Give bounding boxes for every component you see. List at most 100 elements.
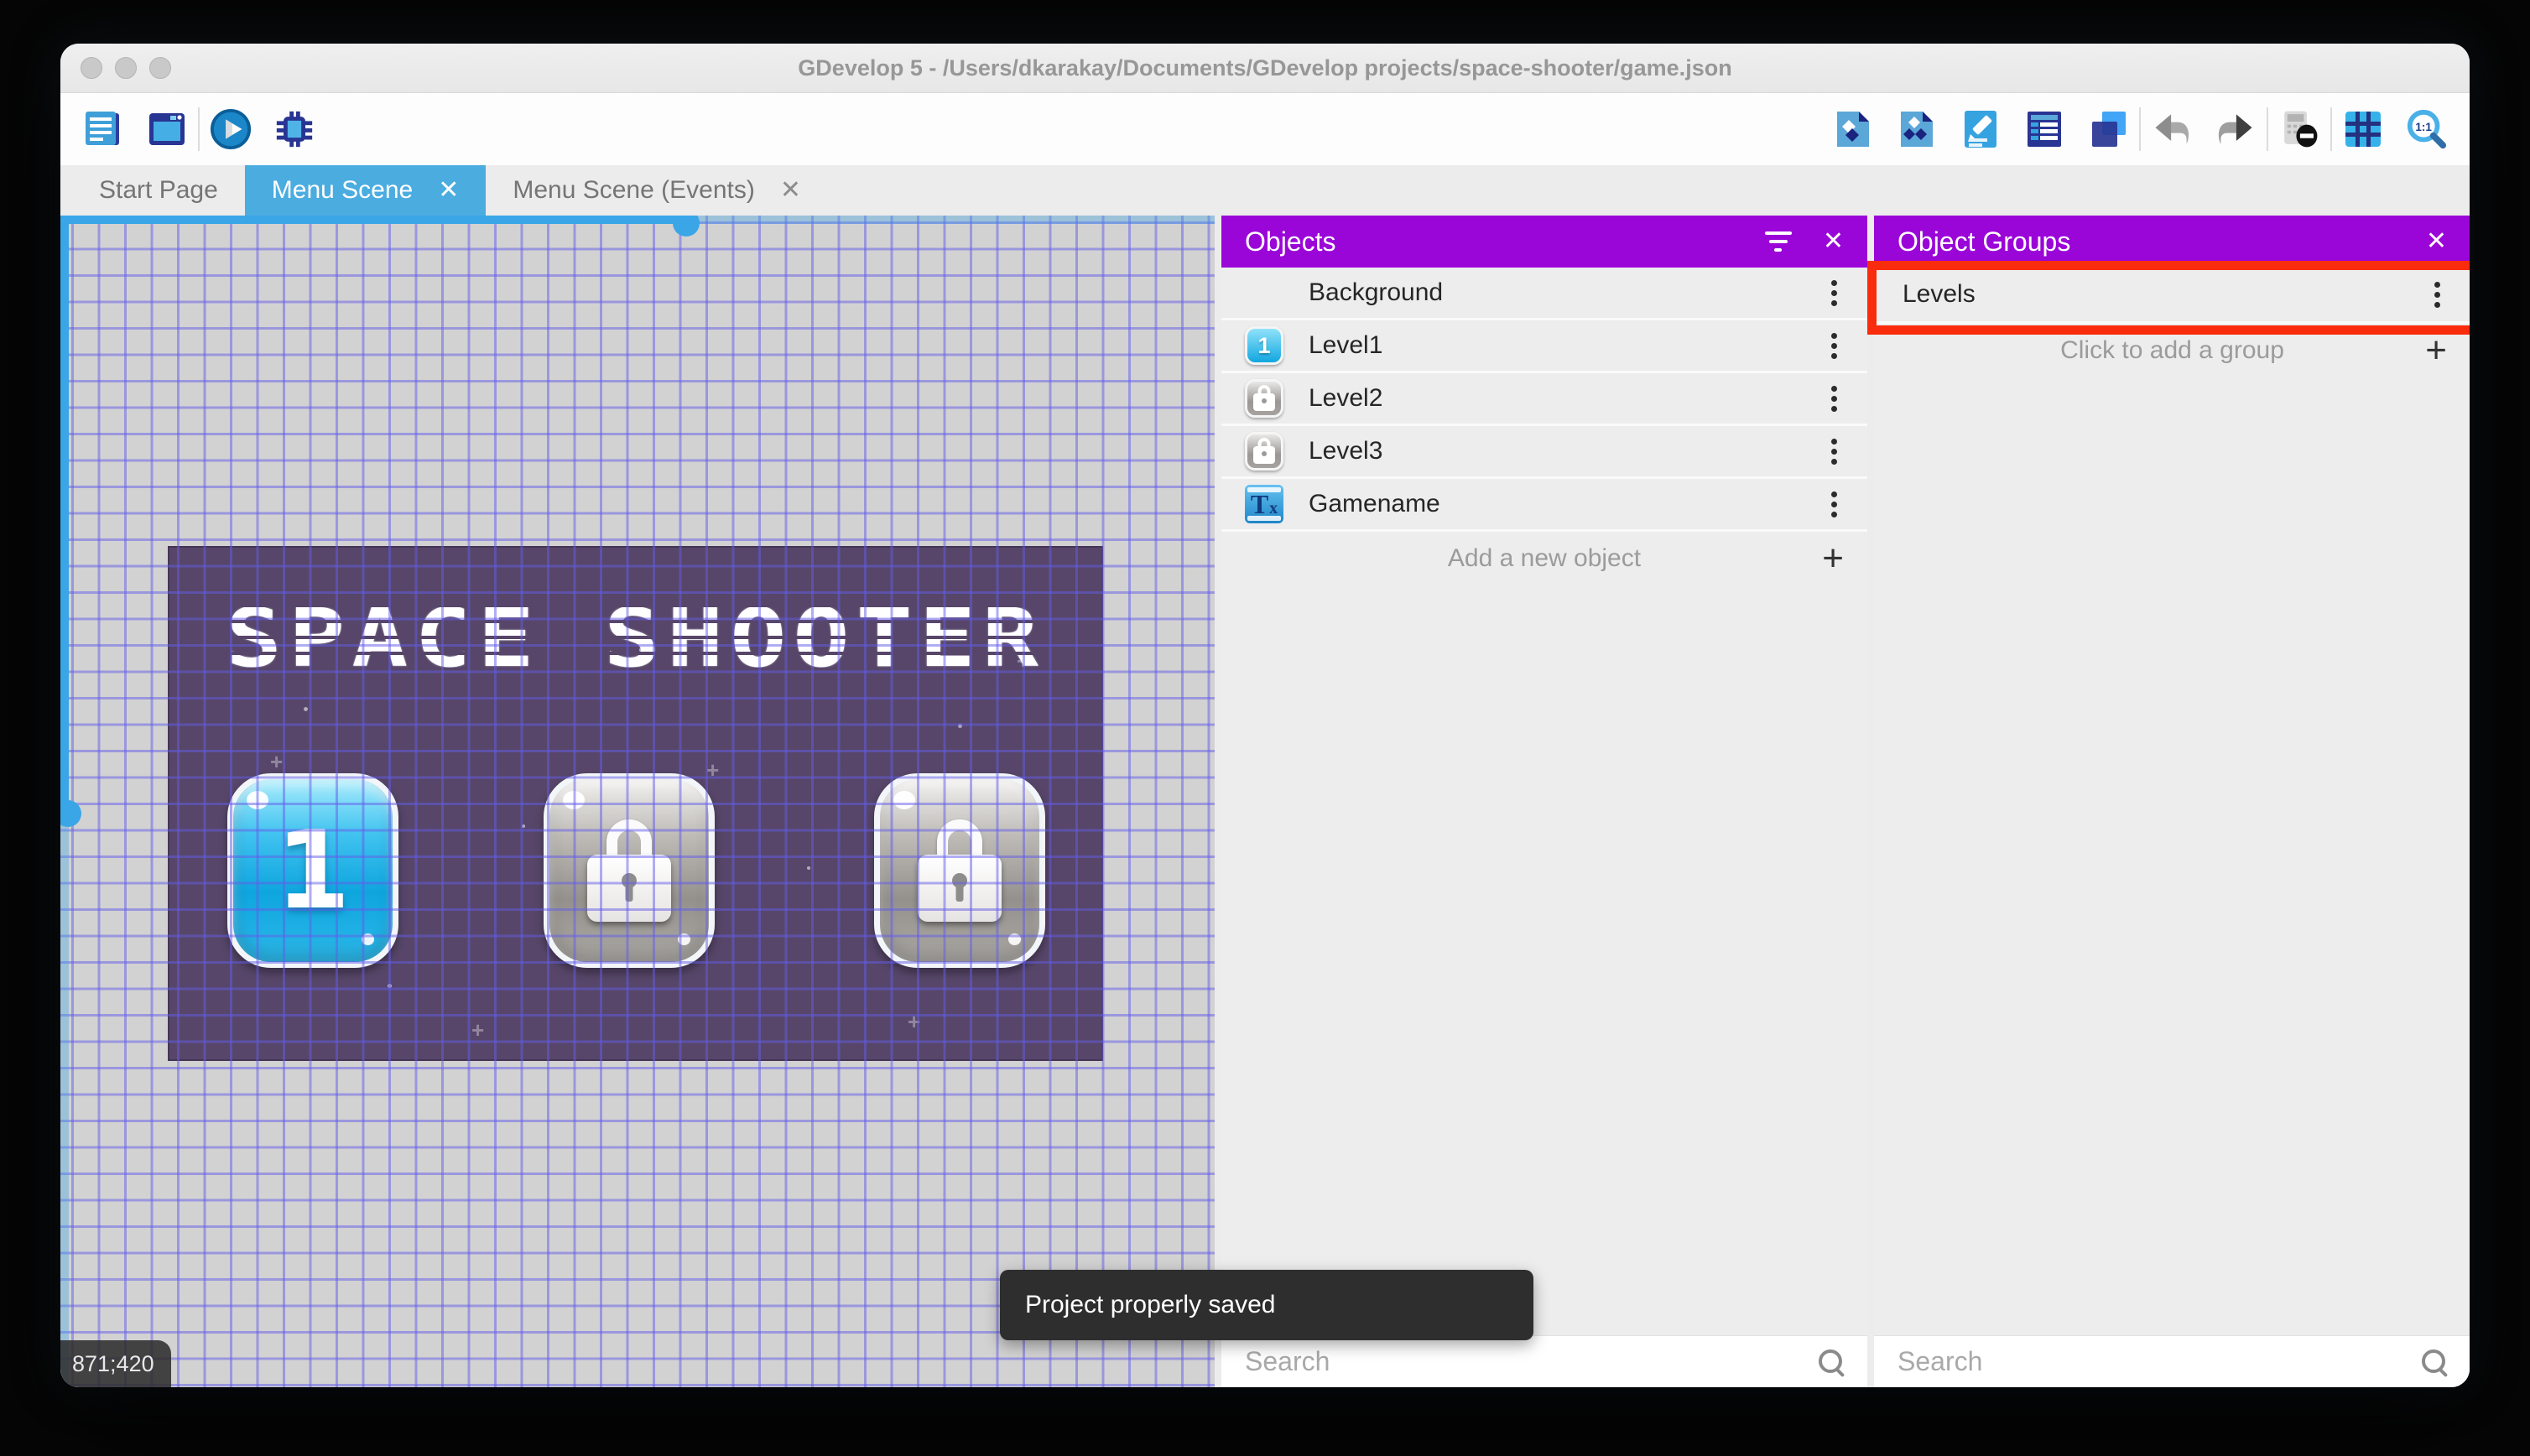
gdevelop-window: GDevelop 5 - /Users/dkarakay/Documents/G… <box>60 44 2470 1387</box>
game-title-text[interactable]: SPACE SHOOTER <box>95 591 1176 685</box>
add-group-plus-icon[interactable]: + <box>2425 331 2447 369</box>
open-object-groups-editor-button[interactable] <box>1896 108 1938 150</box>
vertical-scrollbar-rest[interactable] <box>60 813 69 1387</box>
object-row-background[interactable]: Background <box>1221 268 1867 320</box>
object-name: Level1 <box>1309 331 1383 359</box>
horizontal-scrollbar-thumb[interactable] <box>673 216 700 237</box>
star-sparkle: + <box>908 1009 921 1034</box>
objects-search-input[interactable] <box>1243 1345 1817 1378</box>
objects-panel-header: Objects ✕ <box>1221 216 1867 268</box>
add-object-row[interactable]: Add a new object + <box>1221 532 1867 585</box>
debug-button[interactable] <box>273 108 315 150</box>
star-sparkle: + <box>706 757 720 783</box>
open-objects-editor-button[interactable] <box>1832 108 1874 150</box>
group-name: Levels <box>1903 280 1976 308</box>
vertical-scrollbar-thumb[interactable] <box>60 800 81 827</box>
toast-message: Project properly saved <box>1025 1291 1276 1318</box>
layers-icon <box>2092 112 2126 147</box>
panel-splitter[interactable] <box>1867 216 1874 1387</box>
object-name: Level3 <box>1309 437 1383 465</box>
open-scene-button[interactable] <box>146 108 188 150</box>
object-menu-button[interactable] <box>1823 382 1845 415</box>
horizontal-scrollbar-rest[interactable] <box>685 216 1215 224</box>
editor-content: SPACE SHOOTER + + + + + 1 871;420 Object… <box>60 216 2470 1387</box>
object-name: Background <box>1309 278 1444 306</box>
tab-close-icon[interactable]: ✕ <box>780 178 801 203</box>
star-dot <box>807 866 810 870</box>
tab-label: Menu Scene (Events) <box>513 176 755 204</box>
grid-icon <box>2345 112 2381 147</box>
star-dot <box>304 707 308 711</box>
toggle-instances-mask-button[interactable] <box>2278 108 2320 150</box>
horizontal-scrollbar-track[interactable] <box>60 216 685 224</box>
object-menu-button[interactable] <box>1823 330 1845 362</box>
object-menu-button[interactable] <box>1823 277 1845 309</box>
object-row-level1[interactable]: 1 Level1 <box>1221 320 1867 373</box>
gloss-bubble <box>1008 933 1021 945</box>
tab-start-page[interactable]: Start Page <box>72 165 245 216</box>
game-background[interactable]: SPACE SHOOTER + + + + + 1 <box>168 546 1103 1061</box>
object-row-gamename[interactable]: Tx Gamename <box>1221 479 1867 532</box>
scene-canvas[interactable]: SPACE SHOOTER + + + + + 1 871;420 <box>60 216 1215 1387</box>
star-sparkle: + <box>471 1017 485 1043</box>
object-menu-button[interactable] <box>1823 488 1845 521</box>
object-groups-search-input[interactable] <box>1896 1345 2420 1378</box>
play-button[interactable] <box>210 108 252 150</box>
object-groups-panel-header: Object Groups ✕ <box>1874 216 2470 268</box>
tab-close-icon[interactable]: ✕ <box>438 178 459 203</box>
toolbar-separator <box>198 107 200 151</box>
screenshot-root: GDevelop 5 - /Users/dkarakay/Documents/G… <box>0 0 2530 1456</box>
redo-button[interactable] <box>2215 108 2257 150</box>
panel-splitter[interactable] <box>1215 216 1221 1387</box>
star-dot <box>388 984 392 988</box>
text-object-icon: Tx <box>1243 483 1285 525</box>
level2-button-instance[interactable] <box>544 773 715 968</box>
level1-number: 1 <box>275 808 351 933</box>
add-object-plus-icon[interactable]: + <box>1822 539 1844 577</box>
level3-object-icon <box>1243 430 1285 472</box>
group-row-levels[interactable]: Levels <box>1874 268 2470 324</box>
toolbar-separator <box>2330 107 2332 151</box>
tab-label: Start Page <box>99 176 218 204</box>
project-manager-icon <box>86 112 119 145</box>
object-groups-editor-icon <box>1901 112 1933 147</box>
vertical-scrollbar-track[interactable] <box>60 216 69 813</box>
open-layers-button[interactable] <box>2087 108 2129 150</box>
project-manager-button[interactable] <box>82 108 124 150</box>
filter-button[interactable] <box>1764 231 1793 252</box>
objects-panel-close-button[interactable]: ✕ <box>1823 229 1844 254</box>
redo-icon <box>2218 114 2252 144</box>
star-dot <box>639 648 643 652</box>
level1-button-instance[interactable]: 1 <box>227 773 398 968</box>
debug-icon <box>276 111 313 148</box>
background-object-icon <box>1243 272 1285 314</box>
cursor-coordinates: 871;420 <box>60 1340 171 1387</box>
editor-tabs: Start Page Menu Scene ✕ Menu Scene (Even… <box>60 165 2470 216</box>
open-properties-button[interactable] <box>1960 108 2002 150</box>
svg-text:1:1: 1:1 <box>2415 121 2432 133</box>
properties-icon <box>1965 111 1996 148</box>
object-groups-empty-area <box>1874 377 2470 1335</box>
add-group-row[interactable]: Click to add a group + <box>1874 324 2470 377</box>
objects-panel: Objects ✕ Background 1 Level1 Level2 Lev… <box>1221 216 1867 1387</box>
object-groups-panel-close-button[interactable]: ✕ <box>2426 229 2447 254</box>
tab-menu-scene-events[interactable]: Menu Scene (Events) ✕ <box>486 165 828 216</box>
undo-button[interactable] <box>2151 108 2193 150</box>
toolbar-separator <box>2139 107 2141 151</box>
object-row-level2[interactable]: Level2 <box>1221 373 1867 426</box>
level2-object-icon <box>1243 377 1285 419</box>
level3-button-instance[interactable] <box>874 773 1045 968</box>
object-row-level3[interactable]: Level3 <box>1221 426 1867 479</box>
object-groups-search-bar <box>1874 1335 2470 1387</box>
objects-panel-empty-area <box>1221 585 1867 1335</box>
zoom-original-button[interactable]: 1:1 <box>2406 108 2448 150</box>
gloss-bubble <box>563 791 585 809</box>
instances-mask-icon <box>2284 111 2318 148</box>
tab-menu-scene[interactable]: Menu Scene ✕ <box>244 165 487 216</box>
star-sparkle: + <box>270 749 284 774</box>
group-menu-button[interactable] <box>2426 278 2449 311</box>
open-instances-list-button[interactable] <box>2023 108 2065 150</box>
star-dot <box>958 724 962 728</box>
object-menu-button[interactable] <box>1823 435 1845 468</box>
toggle-grid-button[interactable] <box>2342 108 2384 150</box>
